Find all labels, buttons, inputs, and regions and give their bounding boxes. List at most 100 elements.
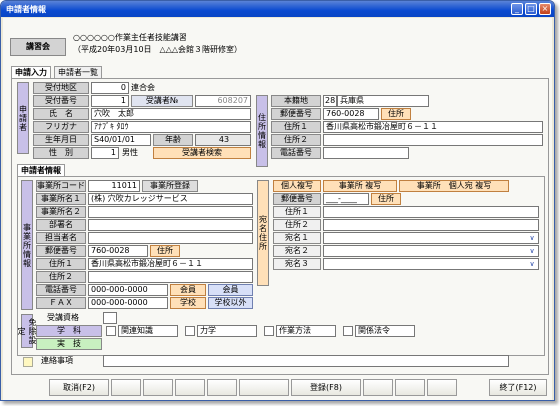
address1-field[interactable]: 香川県高松市鍛冶屋町６－１１ [323,121,543,133]
subject-label: 学 科 [36,325,102,337]
exempt-law-label: 関係法令 [355,325,415,337]
fkey-slot-7[interactable] [239,379,289,396]
name-label: 氏 名 [33,108,89,120]
minimize-icon[interactable]: _ [511,3,523,15]
honseki-name-field[interactable]: 兵庫県 [337,95,429,107]
contact-label: 連絡事項 [41,356,73,365]
fkey-slot-6[interactable] [207,379,237,396]
office-phone-field[interactable]: 000-000-0000 [88,284,168,296]
tab-applicant-list[interactable]: 申請者一覧 [54,66,102,78]
exempt-method-label: 作業方法 [276,325,336,337]
practical-label: 実 技 [36,338,102,350]
course-title: ○○○○○○作業主任者技能講習 [73,33,187,42]
office-fax-label: ＦＡＸ [36,297,86,309]
department-label: 部署名 [36,219,86,231]
birthdate-field[interactable]: S40/01/01 [91,134,151,146]
chevron-down-icon[interactable]: ∨ [527,234,537,242]
fkey-slot-11[interactable] [427,379,457,396]
copy-office-button[interactable]: 事業所 複写 [323,180,397,192]
copy-office-personal-button[interactable]: 事業所 個人宛 複写 [399,180,509,192]
exit-button[interactable]: 終了(F12) [489,379,547,396]
office-address-button[interactable]: 住所 [150,245,180,257]
contact-field[interactable] [103,355,509,367]
office-phone-label: 電話番号 [36,284,86,296]
office-zip-label: 郵便番号 [36,245,86,257]
fkey-slot-5[interactable] [175,379,205,396]
name-field[interactable]: 穴吹 太郎 [91,108,251,120]
applicant-group-label: 申請者 [17,82,29,154]
office-register-button[interactable]: 事業所登録 [142,180,198,192]
qualification-field[interactable] [103,312,117,324]
contact-person-field[interactable] [88,232,253,244]
member-value[interactable]: 会員 [208,284,253,296]
exempt-related-checkbox[interactable] [106,326,116,336]
area-code-field[interactable]: 0 [91,82,129,94]
phone-field[interactable] [323,147,409,159]
fkey-slot-10[interactable] [395,379,425,396]
dest-name3-select[interactable]: ∨ [323,258,539,270]
dest-address-button[interactable]: 住所 [371,193,401,205]
fkey-slot-4[interactable] [143,379,173,396]
office-name2-field[interactable] [88,206,253,218]
office-code-label: 事業所コード [36,180,86,192]
dest-name2-select[interactable]: ∨ [323,245,539,257]
copy-personal-button[interactable]: 個人複写 [273,180,321,192]
address-lookup-button[interactable]: 住所 [381,108,411,120]
exempt-mechanics-checkbox[interactable] [185,326,195,336]
age-field: 43 [195,134,251,146]
office-address1-label: 住所１ [36,258,86,270]
qualification-label: 受講資格 [47,313,79,322]
office-name2-label: 事業所名２ [36,206,86,218]
chevron-down-icon[interactable]: ∨ [527,260,537,268]
address2-field[interactable] [323,134,543,146]
office-group-label: 事業所情報 [21,180,33,310]
client-area: 講習会 ○○○○○○作業主任者技能講習 （平成20年03月10日 △△△会館３階… [3,18,552,400]
department-field[interactable] [88,219,253,231]
student-number-field[interactable]: 608207 [195,95,251,107]
dest-name2-label: 宛名２ [273,245,321,257]
maximize-icon[interactable]: □ [525,3,537,15]
school-label: 学校 [170,297,206,309]
dest-name3-label: 宛名３ [273,258,321,270]
fkey-slot-9[interactable] [363,379,393,396]
sex-code-field[interactable]: 1 [91,147,119,159]
office-address2-field[interactable] [88,271,253,283]
dest-address1-label: 住所１ [273,206,321,218]
office-name1-field[interactable]: (株) 穴吹カレッジサービス [88,193,253,205]
tab-applicant-info[interactable]: 申請者情報 [17,164,65,176]
office-fax-field[interactable]: 000-000-0000 [88,297,168,309]
office-address1-field[interactable]: 香川県高松市鍛冶屋町６－１１ [88,258,253,270]
tab-application-input[interactable]: 申請入力 [11,66,51,78]
office-code-field[interactable]: 11011 [88,180,140,192]
register-button[interactable]: 登録(F8) [291,379,361,396]
office-zip-field[interactable]: 760-0028 [88,245,148,257]
sex-label: 性 別 [33,147,89,159]
chevron-down-icon[interactable]: ∨ [527,247,537,255]
dest-zip-label: 郵便番号 [273,193,321,205]
dest-name1-label: 宛名１ [273,232,321,244]
school-value[interactable]: 学校以外 [208,297,253,309]
dest-zip-field[interactable]: ___-____ [323,193,369,205]
dest-name1-select[interactable]: ∨ [323,232,539,244]
dest-group-label: 宛名住所 [257,180,269,286]
receipt-number-label: 受付番号 [33,95,89,107]
kana-label: フリガナ [33,121,89,133]
title-bar: 申請者情報 [1,1,554,17]
fkey-slot-3[interactable] [111,379,141,396]
address-zip-field[interactable]: 760-0028 [323,108,379,120]
address2-label: 住所２ [271,134,321,146]
contact-marker [23,357,33,367]
kana-field[interactable]: ｱﾅﾌﾞｷ ﾀﾛｳ [91,121,251,133]
dest-address1-field[interactable] [323,206,539,218]
exempt-group-label: 免除設定 [17,314,37,348]
exempt-method-checkbox[interactable] [264,326,274,336]
office-name1-label: 事業所名１ [36,193,86,205]
honseki-code-field[interactable]: 28 [323,95,337,107]
close-icon[interactable]: × [539,3,551,15]
exempt-law-checkbox[interactable] [343,326,353,336]
student-search-button[interactable]: 受講者検索 [153,147,251,159]
dest-address2-field[interactable] [323,219,539,231]
receipt-number-field[interactable]: 1 [91,95,129,107]
office-address2-label: 住所２ [36,271,86,283]
cancel-button[interactable]: 取消(F2) [49,379,109,396]
